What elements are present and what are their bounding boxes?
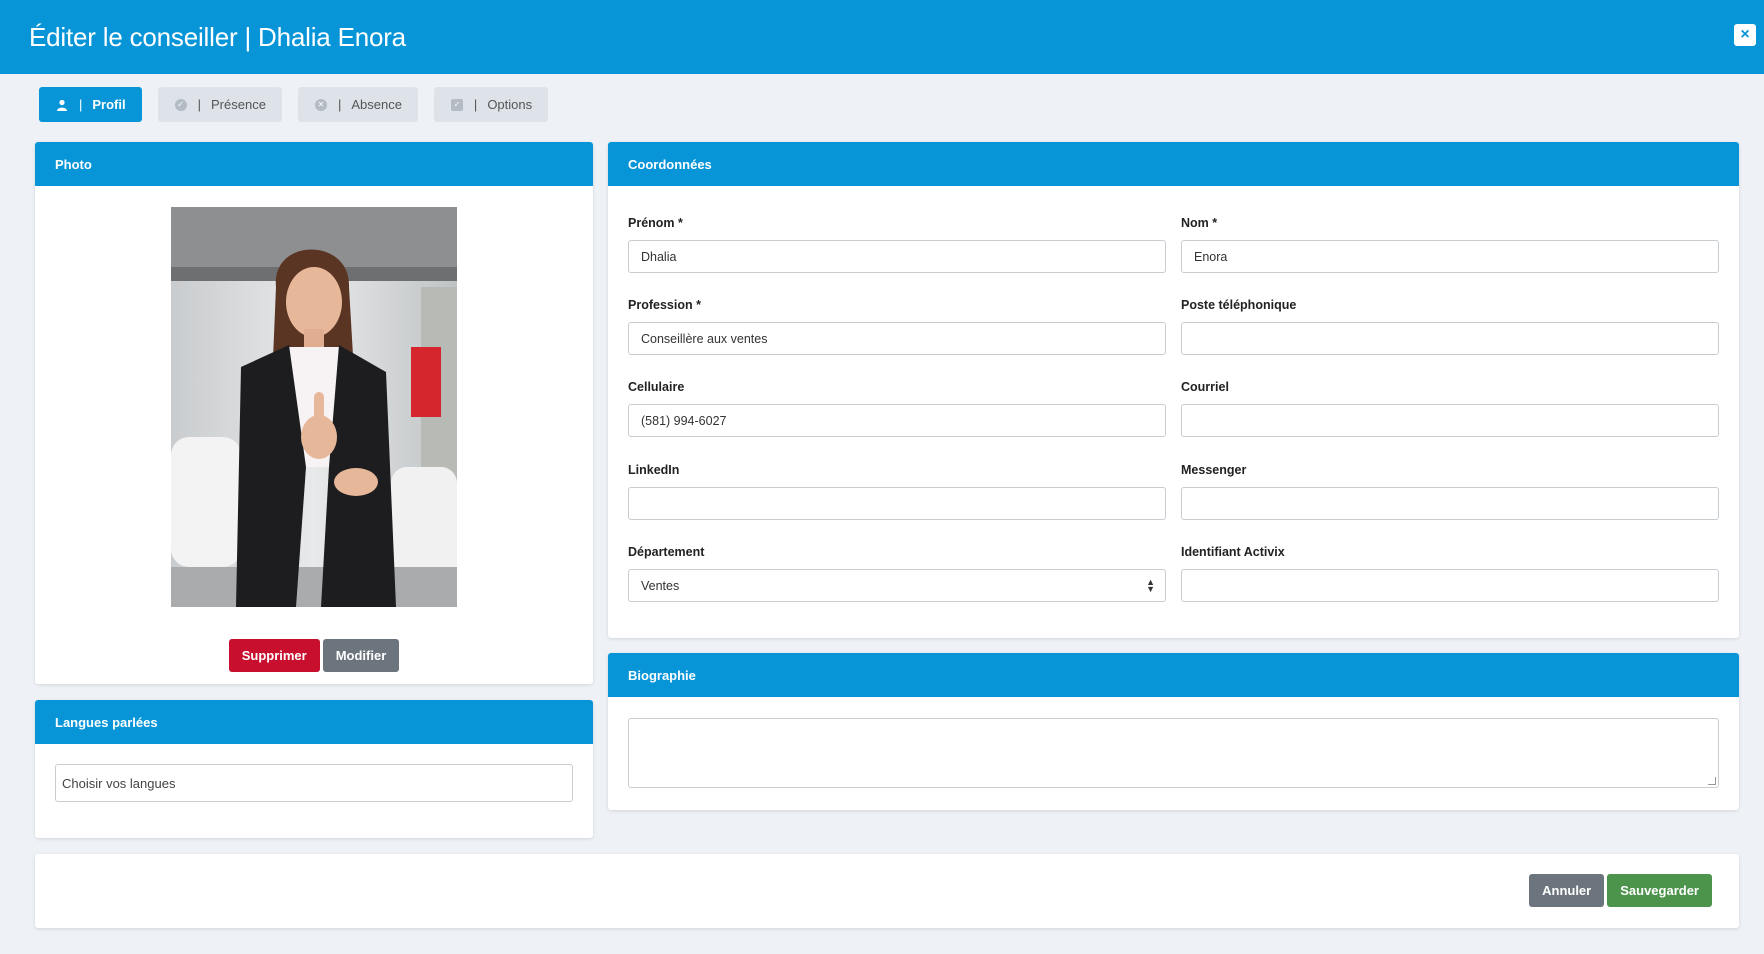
biography-card-header: Biographie: [608, 653, 1739, 697]
tab-separator: |: [337, 97, 342, 112]
linkedin-label: LinkedIn: [628, 463, 680, 477]
photo-card-header: Photo: [35, 142, 593, 186]
activix-id-input[interactable]: [1181, 569, 1719, 602]
languages-card-header: Langues parlées: [35, 700, 593, 744]
phone-extension-label: Poste téléphonique: [1181, 298, 1297, 312]
edit-photo-button[interactable]: Modifier: [322, 639, 400, 672]
check-circle-icon: ✓: [174, 98, 188, 112]
first-name-input[interactable]: Dhalia: [628, 240, 1166, 273]
department-select[interactable]: Ventes ▲ ▼: [628, 569, 1166, 602]
department-label: Département: [628, 545, 705, 559]
tab-options[interactable]: ✓ | Options: [433, 87, 549, 122]
profession-value: Conseillère aux ventes: [641, 331, 768, 346]
tab-bar: | Profil ✓ | Présence ✕ | Absence ✓ | Op…: [39, 87, 564, 122]
contact-card: Coordonnées Prénom * Dhalia Nom * Enora …: [608, 142, 1739, 638]
photo-actions: Supprimer Modifier: [35, 639, 593, 672]
department-value: Ventes: [641, 578, 680, 593]
checkbox-icon: ✓: [450, 98, 464, 112]
email-input[interactable]: [1181, 404, 1719, 437]
modal-header: Éditer le conseiller | Dhalia Enora ×: [0, 0, 1764, 74]
cellphone-value: (581) 994-6027: [641, 413, 727, 428]
messenger-label: Messenger: [1181, 463, 1247, 477]
activix-id-label: Identifiant Activix: [1181, 545, 1285, 559]
last-name-label: Nom *: [1181, 216, 1218, 230]
close-icon: ×: [1740, 26, 1750, 43]
tab-profil[interactable]: | Profil: [39, 87, 142, 122]
footer-actions: Annuler Sauvegarder: [1529, 874, 1712, 907]
tab-presence[interactable]: ✓ | Présence: [157, 87, 282, 122]
cancel-button[interactable]: Annuler: [1529, 874, 1605, 907]
languages-select[interactable]: Choisir vos langues: [55, 764, 573, 802]
profession-label: Profession *: [628, 298, 701, 312]
tab-label: Options: [487, 97, 533, 112]
tab-absence[interactable]: ✕ | Absence: [297, 87, 418, 122]
email-label: Courriel: [1181, 380, 1229, 394]
cellphone-label: Cellulaire: [628, 380, 685, 394]
tab-label: Profil: [92, 97, 126, 112]
cellphone-input[interactable]: (581) 994-6027: [628, 404, 1166, 437]
messenger-input[interactable]: [1181, 487, 1719, 520]
first-name-label: Prénom *: [628, 216, 683, 230]
user-icon: [55, 98, 69, 112]
last-name-value: Enora: [1194, 249, 1228, 264]
phone-extension-input[interactable]: [1181, 322, 1719, 355]
biography-card: Biographie: [608, 653, 1739, 810]
last-name-input[interactable]: Enora: [1181, 240, 1719, 273]
first-name-value: Dhalia: [641, 249, 677, 264]
biography-textarea[interactable]: [628, 718, 1719, 788]
languages-placeholder: Choisir vos langues: [62, 775, 176, 791]
close-button[interactable]: ×: [1734, 24, 1756, 46]
photo-card: Photo Supprimer Modifier: [35, 142, 593, 684]
linkedin-input[interactable]: [628, 487, 1166, 520]
tab-label: Présence: [211, 97, 266, 112]
languages-card: Langues parlées Choisir vos langues: [35, 700, 593, 838]
tab-separator: |: [473, 97, 478, 112]
select-arrows-icon: ▲ ▼: [1146, 577, 1155, 594]
save-button[interactable]: Sauvegarder: [1607, 874, 1712, 907]
advisor-photo: [171, 207, 457, 607]
footer-card: Annuler Sauvegarder: [35, 854, 1739, 928]
tab-separator: |: [197, 97, 202, 112]
delete-photo-button[interactable]: Supprimer: [228, 639, 320, 672]
x-circle-icon: ✕: [314, 98, 328, 112]
tab-label: Absence: [351, 97, 402, 112]
modal-title: Éditer le conseiller | Dhalia Enora: [29, 21, 406, 52]
resize-handle-icon[interactable]: [1708, 777, 1716, 785]
contact-card-header: Coordonnées: [608, 142, 1739, 186]
profession-input[interactable]: Conseillère aux ventes: [628, 322, 1166, 355]
tab-separator: |: [79, 97, 83, 112]
